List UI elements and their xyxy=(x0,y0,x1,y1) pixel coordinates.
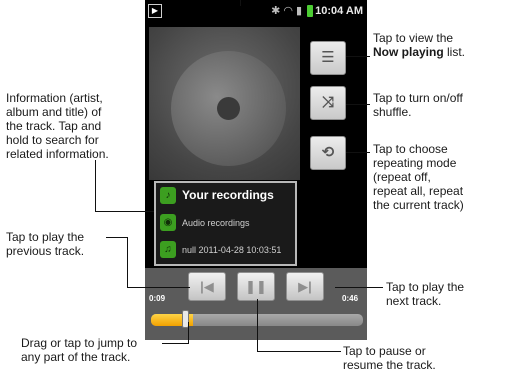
music-disc-icon xyxy=(171,51,286,166)
annotation-line: (repeat off, xyxy=(373,170,431,184)
next-track-button[interactable]: ▶| xyxy=(286,272,324,301)
annotation-line: Tap to view the xyxy=(373,31,454,45)
wifi-icon: ◠ xyxy=(283,5,296,17)
annotation-line: any part of the track. xyxy=(21,350,131,364)
annotation-now-playing: Tap to view the Now playing list. xyxy=(373,31,465,59)
annotation-line: hold to search for xyxy=(6,133,99,147)
artist-icon: ♫ xyxy=(160,241,176,258)
annotation-next: Tap to play the next track. xyxy=(386,280,464,308)
pause-button[interactable]: ❚❚ xyxy=(237,272,275,301)
annotation-line: shuffle. xyxy=(373,105,412,119)
annotation-track-info: Information (artist, album and title) of… xyxy=(6,91,109,161)
annotation-bold: Now playing xyxy=(373,45,444,59)
annotation-line-end: list. xyxy=(447,45,466,59)
annotation-line: repeating mode xyxy=(373,156,457,170)
callout-line-previous-vertical xyxy=(127,237,128,288)
repeat-icon: ⟲ xyxy=(321,144,335,161)
now-playing-list-button[interactable]: ☰ xyxy=(310,41,346,75)
album-art xyxy=(149,27,300,180)
track-info-panel[interactable]: ♪ Your recordings ◉ Audio recordings ♫ n… xyxy=(154,181,297,266)
callout-line-info-vertical xyxy=(95,160,96,212)
callout-line-previous-top xyxy=(106,237,128,238)
callout-line-seek-horizontal xyxy=(162,343,189,344)
microphone-icon: ♪ xyxy=(160,187,176,204)
annotation-line: repeat all, repeat xyxy=(373,184,464,198)
status-bar: ▶ ✱◠▮ 10:04 AM xyxy=(145,0,367,24)
app-icon: ▶ xyxy=(148,4,162,18)
callout-line-info-horizontal xyxy=(95,211,154,212)
bluetooth-icon: ✱ xyxy=(271,5,284,17)
annotation-seek: Drag or tap to jump to any part of the t… xyxy=(21,336,137,364)
annotation-line: Tap to pause or xyxy=(343,344,426,358)
callout-line-next xyxy=(335,287,383,288)
annotation-line: album and title) of xyxy=(6,105,102,119)
annotation-line: Tap to choose xyxy=(373,142,448,156)
callout-line-pause-vertical xyxy=(257,299,258,352)
previous-track-button[interactable]: |◀ xyxy=(188,272,226,301)
annotation-repeat: Tap to choose repeating mode (repeat off… xyxy=(373,142,464,212)
annotation-line: resume the track. xyxy=(343,358,436,372)
annotation-shuffle: Tap to turn on/off shuffle. xyxy=(373,91,463,119)
callout-line-repeat xyxy=(346,152,370,153)
disc-center xyxy=(217,97,240,120)
callout-line-shuffle xyxy=(346,104,370,105)
annotation-line: next track. xyxy=(386,294,442,308)
track-title-row[interactable]: ♪ Your recordings xyxy=(160,185,293,207)
callout-line-top xyxy=(240,0,241,6)
annotation-previous: Tap to play the previous track. xyxy=(6,230,84,258)
music-player-screen: ▶ ✱◠▮ 10:04 AM ☰ ⤨ ⟲ ♪ Your recordings ◉… xyxy=(145,0,367,340)
shuffle-button[interactable]: ⤨ xyxy=(310,86,346,120)
battery-icon xyxy=(307,5,313,17)
playback-controls: |◀ ❚❚ ▶| 0:09 0:46 xyxy=(145,268,367,340)
annotation-line: Information (artist, xyxy=(6,91,103,105)
annotation-line: Tap to play the xyxy=(386,280,465,294)
annotation-line: the track. Tap and xyxy=(6,119,102,133)
callout-line-previous-horizontal xyxy=(127,287,190,288)
annotation-pause: Tap to pause or resume the track. xyxy=(343,344,436,372)
track-album: Audio recordings xyxy=(182,218,250,228)
shuffle-icon: ⤨ xyxy=(321,94,334,111)
callout-line-pause-horizontal xyxy=(257,351,341,352)
track-artist: null 2011-04-28 10:03:51 xyxy=(182,245,282,255)
annotation-line: Tap to turn on/off xyxy=(373,91,463,105)
album-icon: ◉ xyxy=(160,214,176,231)
annotation-line: previous track. xyxy=(6,244,85,258)
annotation-line: Tap to play the xyxy=(6,230,85,244)
current-time: 0:09 xyxy=(149,294,166,303)
next-icon: ▶| xyxy=(298,279,312,294)
list-icon: ☰ xyxy=(321,49,335,66)
callout-line-now-playing xyxy=(346,56,370,57)
pause-icon: ❚❚ xyxy=(245,279,267,294)
annotation-line: related information. xyxy=(6,147,109,161)
status-time: 10:04 AM xyxy=(315,5,363,17)
callout-line-seek-vertical xyxy=(188,322,189,344)
track-title: Your recordings xyxy=(182,188,274,202)
signal-icon: ▮ xyxy=(295,5,305,17)
connectivity-icons: ✱◠▮ xyxy=(271,4,305,17)
total-time: 0:46 xyxy=(342,294,359,303)
annotation-line: Now playing list. xyxy=(373,45,465,59)
track-album-row[interactable]: ◉ Audio recordings xyxy=(160,212,293,234)
annotation-line: Drag or tap to jump to xyxy=(21,336,138,350)
track-artist-row[interactable]: ♫ null 2011-04-28 10:03:51 xyxy=(160,239,293,261)
previous-icon: |◀ xyxy=(200,279,214,294)
repeat-button[interactable]: ⟲ xyxy=(310,136,346,170)
annotation-line: the current track) xyxy=(373,198,464,212)
